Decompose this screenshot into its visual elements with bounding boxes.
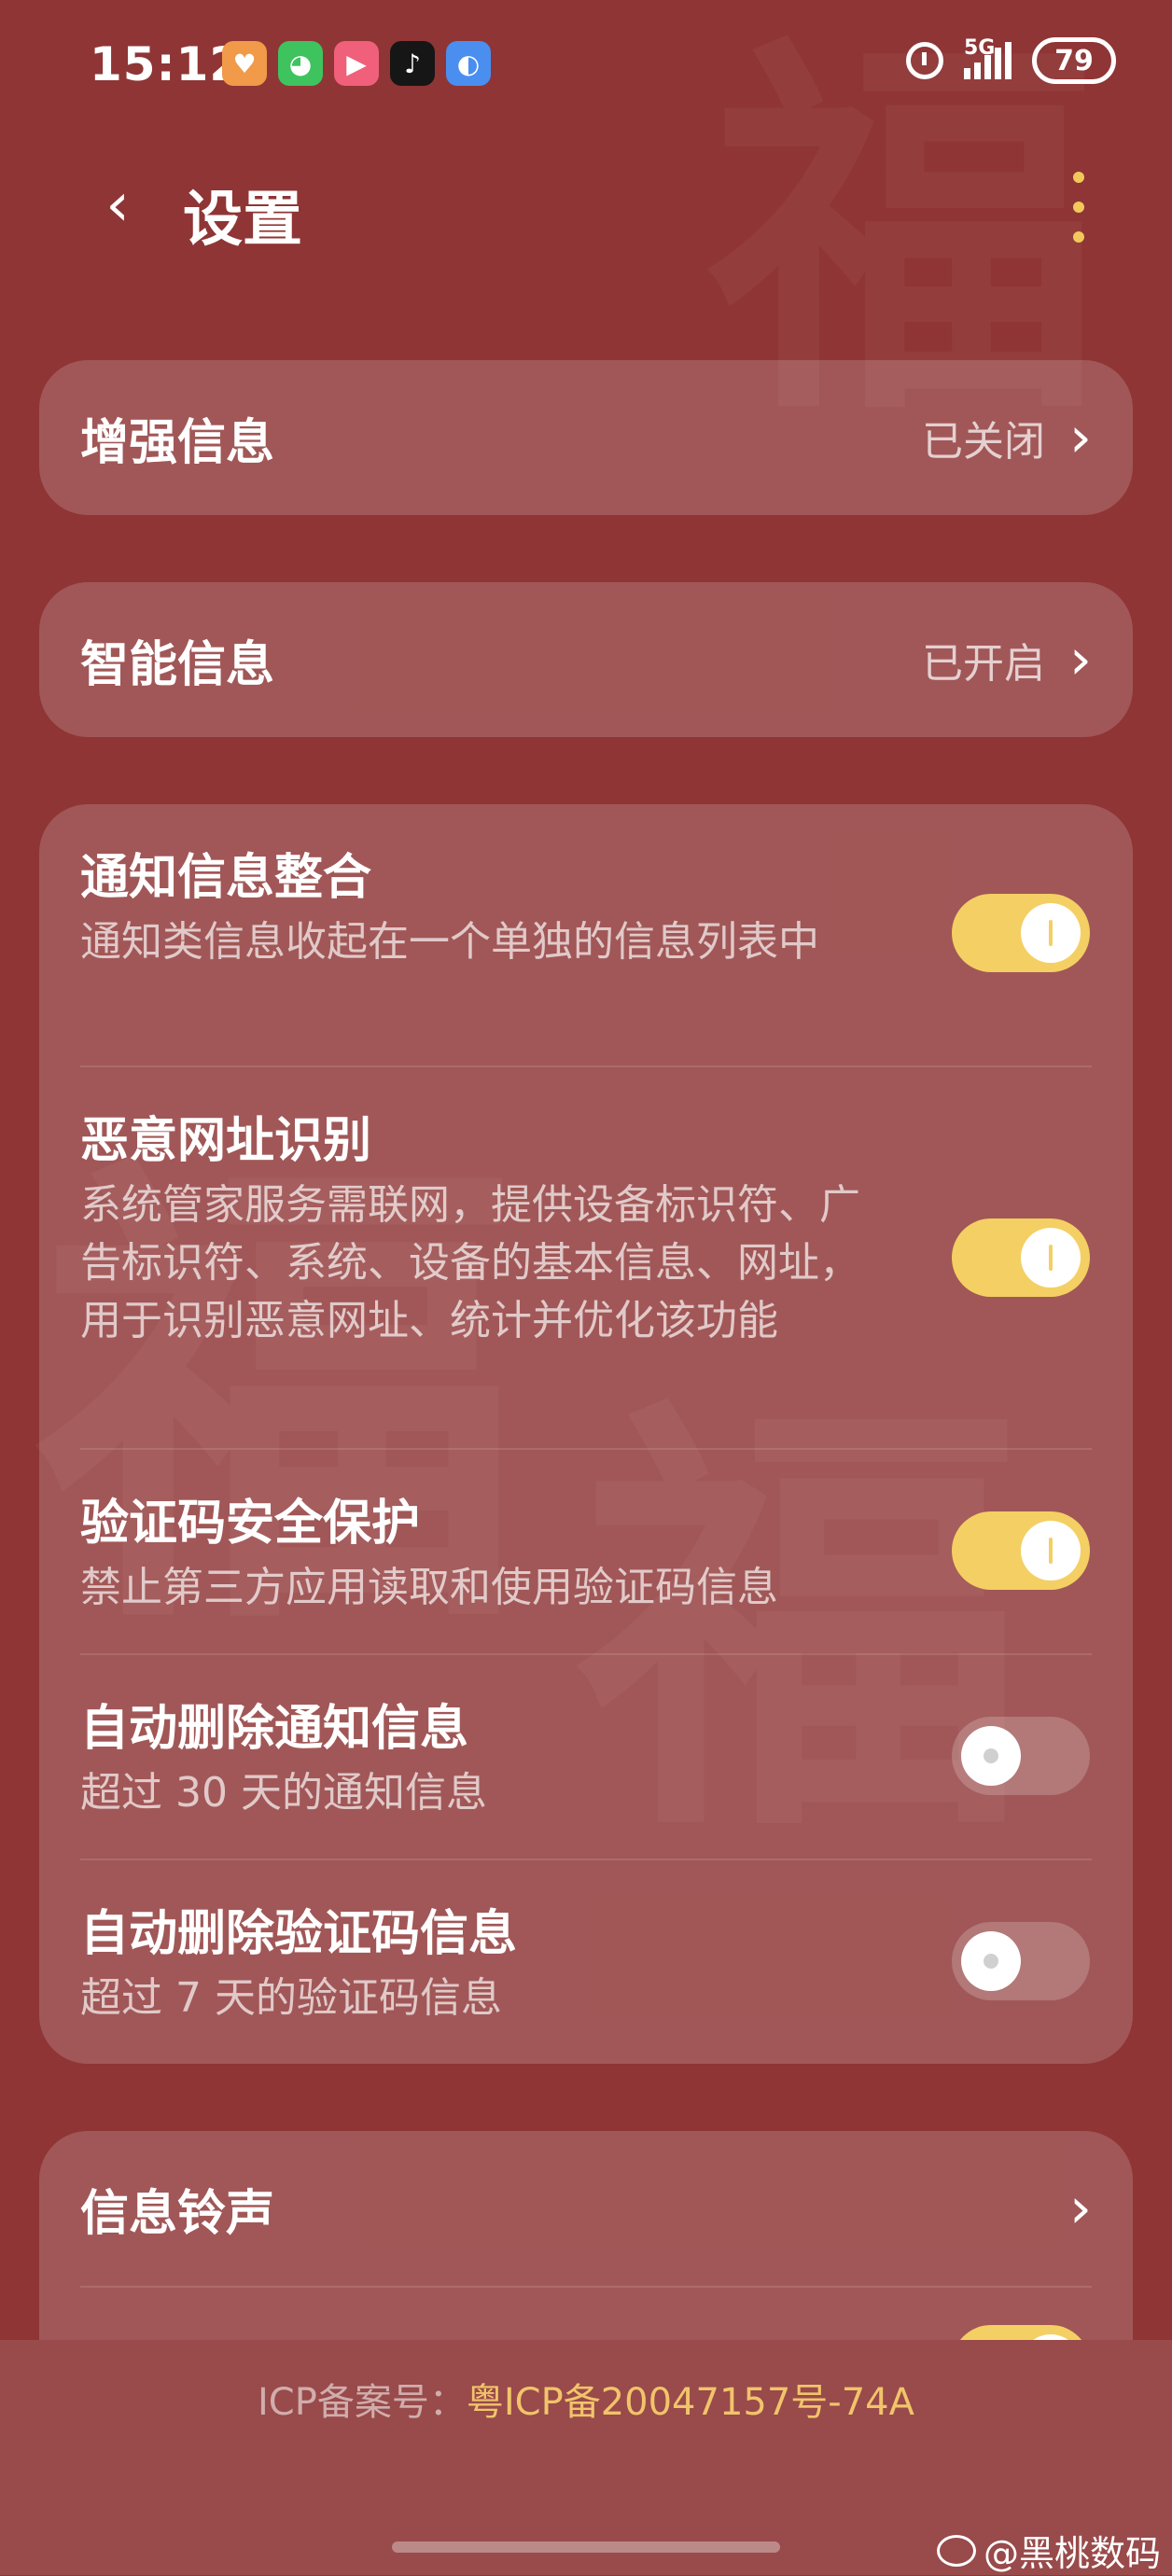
network-type: 5G (964, 36, 996, 60)
watermark-text: @黑桃数码 (983, 2533, 1161, 2574)
chevron-right-icon: › (1069, 405, 1092, 470)
notification-merge-desc: 通知类信息收起在一个单独的信息列表中 (80, 918, 819, 966)
icp-number: 粤ICP备20047157号-74A (466, 2381, 914, 2424)
battery-level: 79 (1054, 44, 1094, 77)
home-indicator[interactable] (392, 2541, 780, 2553)
divider (80, 1448, 1092, 1450)
tiktok-icon: ♪ (390, 41, 435, 86)
malicious-url-title: 恶意网址识别 (80, 1113, 372, 1169)
malicious-url-switch[interactable] (952, 1218, 1090, 1297)
browser-icon: ◐ (446, 41, 491, 86)
back-arrow-icon: ‹ (105, 171, 130, 240)
code-protect-switch[interactable] (952, 1511, 1090, 1590)
smart-info-row[interactable]: 智能信息 已开启 › (39, 582, 1133, 737)
icp-key: ICP备案号： (258, 2381, 467, 2424)
chevron-right-icon: › (1069, 2176, 1092, 2241)
weibo-watermark: @黑桃数码 (936, 2525, 1161, 2576)
alarm-icon (906, 42, 943, 79)
battery-icon: 79 (1032, 37, 1116, 84)
smart-info-label: 智能信息 (80, 636, 275, 693)
enhanced-info-status: 已关闭 (922, 418, 1045, 466)
back-button[interactable]: ‹ (90, 175, 146, 235)
app-bar: ‹ 设置 (0, 149, 1172, 261)
divider (80, 2286, 1092, 2288)
divider (80, 1653, 1092, 1655)
more-options-button[interactable] (1060, 172, 1097, 243)
video-app-icon: ▶ (334, 41, 379, 86)
toggle-settings-card: 通知信息整合 通知类信息收起在一个单独的信息列表中 恶意网址识别 系统管家服务需… (39, 804, 1133, 2064)
notification-merge-title: 通知信息整合 (80, 850, 372, 906)
auto-delete-notification-switch[interactable] (952, 1717, 1090, 1795)
code-protect-title: 验证码安全保护 (80, 1496, 421, 1552)
code-protect-desc: 禁止第三方应用读取和使用验证码信息 (80, 1564, 778, 1611)
malicious-url-desc: 系统管家服务需联网，提供设备标识符、广告标识符、系统、设备的基本信息、网址，用于… (80, 1181, 860, 1344)
more-dots-icon (1073, 172, 1084, 183)
smart-info-status: 已开启 (922, 640, 1045, 688)
smart-info-card: 智能信息 已开启 › (39, 582, 1133, 737)
icp-record: ICP备案号：粤ICP备20047157号-74A (0, 2372, 1172, 2426)
status-bar: 15:12 ♥ ◕ ▶ ♪ ◐ 5G 79 (0, 0, 1172, 131)
footer: ICP备案号：粤ICP备20047157号-74A @黑桃数码 (0, 2340, 1172, 2575)
auto-delete-code-title: 自动删除验证码信息 (80, 1906, 518, 1962)
status-time: 15:12 (90, 37, 244, 91)
enhanced-info-card: 增强信息 已关闭 › (39, 360, 1133, 515)
divider (80, 1065, 1092, 1067)
ringtone-row[interactable]: 信息铃声 › (39, 2131, 1133, 2286)
wechat-icon: ◕ (278, 41, 323, 86)
auto-delete-code-switch[interactable] (952, 1922, 1090, 2000)
heart-app-icon: ♥ (222, 41, 267, 86)
ringtone-label: 信息铃声 (80, 2185, 275, 2242)
auto-delete-notification-title: 自动删除通知信息 (80, 1701, 469, 1757)
notification-app-icons: ♥ ◕ ▶ ♪ ◐ (222, 41, 491, 86)
divider (80, 1859, 1092, 1860)
chevron-right-icon: › (1069, 627, 1092, 692)
page-title: 设置 (183, 186, 302, 255)
status-indicators: 5G 79 (906, 36, 1116, 84)
weibo-icon (936, 2534, 976, 2567)
auto-delete-notification-desc: 超过 30 天的通知信息 (80, 1769, 487, 1817)
notification-merge-switch[interactable] (952, 894, 1090, 972)
enhanced-info-row[interactable]: 增强信息 已关闭 › (39, 360, 1133, 515)
auto-delete-code-desc: 超过 7 天的验证码信息 (80, 1974, 502, 2022)
enhanced-info-label: 增强信息 (80, 414, 275, 471)
signal-icon: 5G (964, 36, 1012, 79)
